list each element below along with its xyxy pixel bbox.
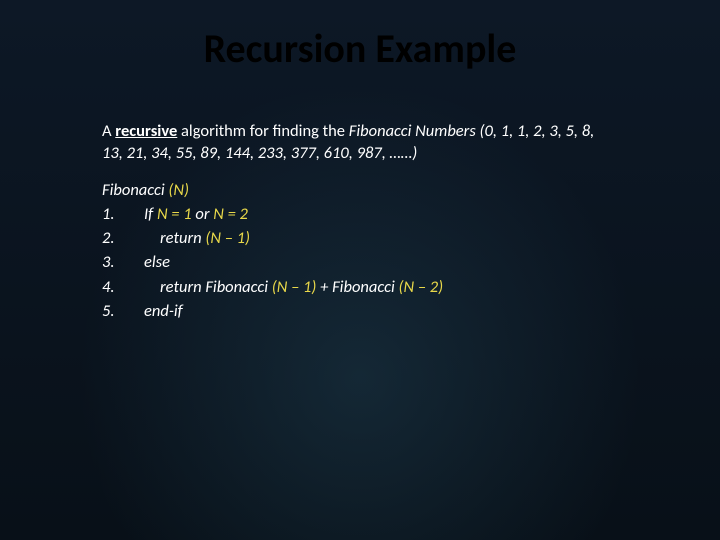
step-num: 4. — [102, 276, 136, 298]
step-num: 5. — [102, 300, 136, 322]
algo-name: Fibonacci — [102, 180, 168, 200]
algo-step-1: 1. If N = 1 or N = 2 — [102, 203, 618, 225]
algo-step-5: 5. end-if — [102, 300, 618, 322]
t: N = 2 — [213, 204, 248, 224]
t: (N – 1) — [272, 277, 320, 297]
algo-name-line: Fibonacci (N) — [102, 179, 618, 201]
algo-step-3: 3. else — [102, 251, 618, 273]
intro-text: A recursive algorithm for finding the Fi… — [102, 120, 618, 165]
t: If — [144, 204, 157, 224]
t: + Fibonacci — [320, 277, 398, 297]
step-num: 3. — [102, 251, 136, 273]
algo-step-4: 4. return Fibonacci (N – 1) + Fibonacci … — [102, 276, 618, 298]
intro-recursive: recursive — [115, 121, 177, 141]
slide-title: Recursion Example — [0, 24, 720, 73]
t: (N – 1) — [205, 228, 250, 248]
step-body: return Fibonacci (N – 1) + Fibonacci (N … — [136, 276, 443, 298]
step-num: 1. — [102, 203, 136, 225]
step-body: end-if — [136, 300, 183, 322]
t: or — [192, 204, 214, 224]
algo-arg: (N) — [168, 180, 189, 200]
content-box: A recursive algorithm for finding the Fi… — [88, 110, 632, 338]
t: (N – 2) — [398, 277, 443, 297]
intro-mid: algorithm for finding the — [177, 121, 348, 141]
step-body: If N = 1 or N = 2 — [136, 203, 248, 225]
t: N = 1 — [157, 204, 192, 224]
intro-prefix: A — [102, 121, 115, 141]
step-num: 2. — [102, 227, 136, 249]
algo-step-2: 2. return (N – 1) — [102, 227, 618, 249]
step-body: else — [136, 251, 170, 273]
step-body: return (N – 1) — [136, 227, 250, 249]
t: return — [160, 228, 205, 248]
t: return Fibonacci — [160, 277, 272, 297]
